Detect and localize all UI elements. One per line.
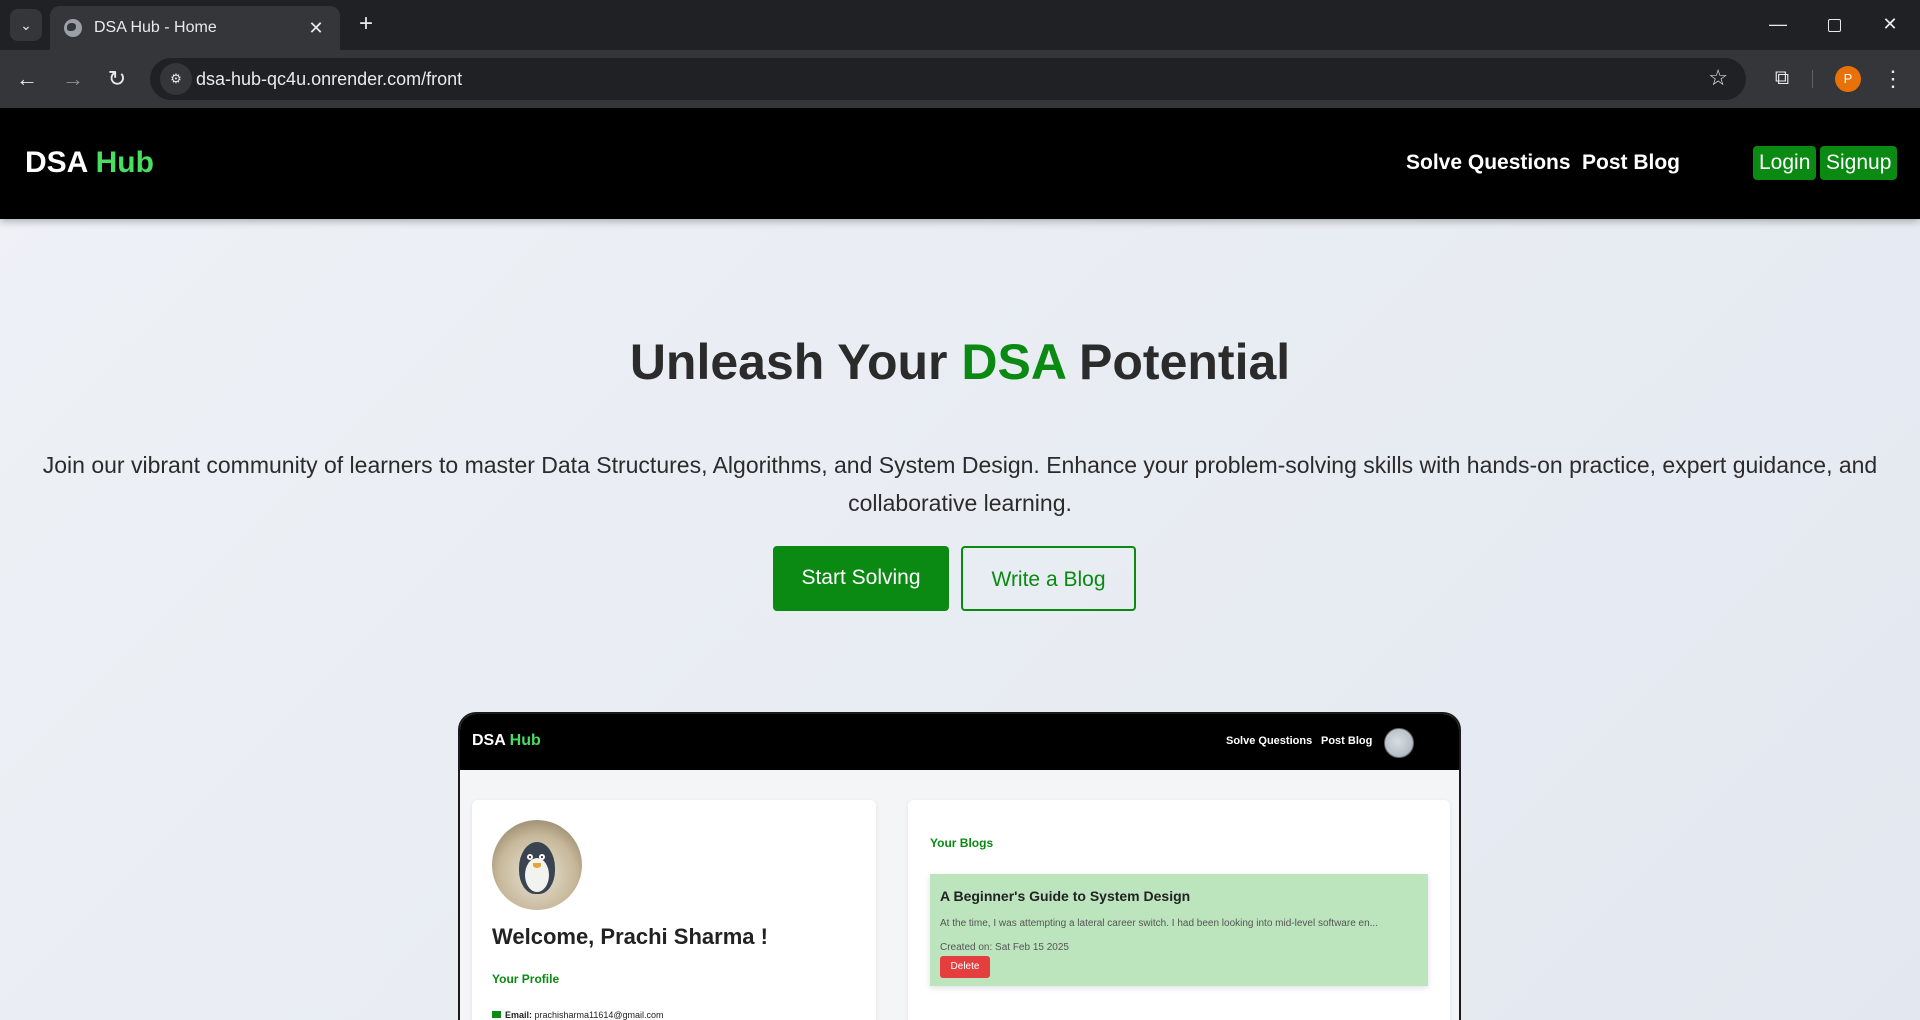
new-tab-icon[interactable]: + [354,11,378,39]
extensions-icon[interactable]: ⧉ [1768,64,1796,92]
preview-email-value: prachisharma11614@gmail.com [534,1010,664,1020]
menu-kebab-icon[interactable]: ⋮ [1882,64,1904,94]
hero-title-post: Potential [1079,334,1291,390]
forward-icon[interactable]: → [58,64,88,94]
minimize-icon[interactable]: — [1758,10,1798,38]
preview-blogs-card: Your Blogs A Beginner's Guide to System … [908,800,1450,1020]
preview-blog-title: A Beginner's Guide to System Design [940,888,1191,904]
preview-logo-main: DSA [472,732,506,749]
browser-tab[interactable]: DSA Hub - Home ✕ [50,6,340,50]
preview-profile-card: Welcome, Prachi Sharma ! Your Profile Em… [472,800,876,1020]
bookmark-star-icon[interactable]: ☆ [1708,65,1728,91]
window-close-icon[interactable]: ✕ [1870,10,1910,38]
reload-icon[interactable]: ↻ [102,64,132,94]
hero-title-accent: DSA [961,334,1066,390]
hero-title-pre: Unleash Your [629,334,948,390]
preview-logo: DSA Hub [472,732,541,750]
preview-blog-date: Created on: Sat Feb 15 2025 [940,942,1069,953]
site-logo[interactable]: DSA Hub [25,146,154,180]
close-tab-icon[interactable]: ✕ [306,18,326,39]
web-page: DSA Hub Solve Questions Post Blog Login … [0,108,1920,1020]
hero-title: Unleash Your DSA Potential [0,333,1920,391]
tab-title: DSA Hub - Home [94,19,217,36]
preview-navbar: DSA Hub Solve Questions Post Blog [460,714,1459,770]
mail-icon [492,1011,501,1018]
hero-description: Join our vibrant community of learners t… [42,452,1878,516]
nav-post-blog[interactable]: Post Blog [1582,151,1680,175]
preview-profile-label: Your Profile [492,972,560,986]
restore-icon[interactable] [1814,10,1854,38]
dashboard-preview: DSA Hub Solve Questions Post Blog Welcom… [458,712,1461,1020]
preview-blog-item: A Beginner's Guide to System Design At t… [930,874,1428,986]
login-button[interactable]: Login [1753,146,1817,180]
write-blog-button[interactable]: Write a Blog [961,546,1136,611]
back-icon[interactable]: ← [12,64,42,94]
globe-icon [64,19,82,37]
site-info-icon[interactable]: ⚙ [160,63,192,95]
url-text[interactable]: dsa-hub-qc4u.onrender.com/front [196,69,462,90]
preview-email-label: Email: [505,1010,533,1020]
profile-avatar[interactable]: P [1835,66,1861,92]
site-navbar: DSA Hub Solve Questions Post Blog Login … [0,108,1920,219]
browser-toolbar: ← → ↻ ⚙ dsa-hub-qc4u.onrender.com/front … [0,50,1920,108]
preview-avatar [1384,728,1414,758]
tab-search-icon[interactable]: ⌄ [10,9,42,41]
penguin-avatar [492,820,582,910]
preview-logo-accent: Hub [509,732,541,749]
preview-email: Email: prachisharma11614@gmail.com [492,1010,664,1020]
preview-nav-post: Post Blog [1321,735,1373,747]
logo-main: DSA [25,146,88,179]
address-bar[interactable]: ⚙ dsa-hub-qc4u.onrender.com/front ☆ [150,58,1746,100]
browser-tab-bar: ⌄ DSA Hub - Home ✕ + — ✕ [0,0,1920,50]
toolbar-divider [1812,70,1813,88]
nav-solve-questions[interactable]: Solve Questions [1406,151,1571,175]
preview-blog-excerpt: At the time, I was attempting a lateral … [940,918,1378,929]
logo-accent: Hub [95,146,154,179]
preview-welcome: Welcome, Prachi Sharma ! [492,924,768,949]
preview-delete-button: Delete [940,956,990,978]
signup-button[interactable]: Signup [1820,146,1898,180]
start-solving-button[interactable]: Start Solving [773,546,949,611]
preview-nav-solve: Solve Questions [1226,735,1313,747]
preview-blogs-label: Your Blogs [930,836,994,850]
